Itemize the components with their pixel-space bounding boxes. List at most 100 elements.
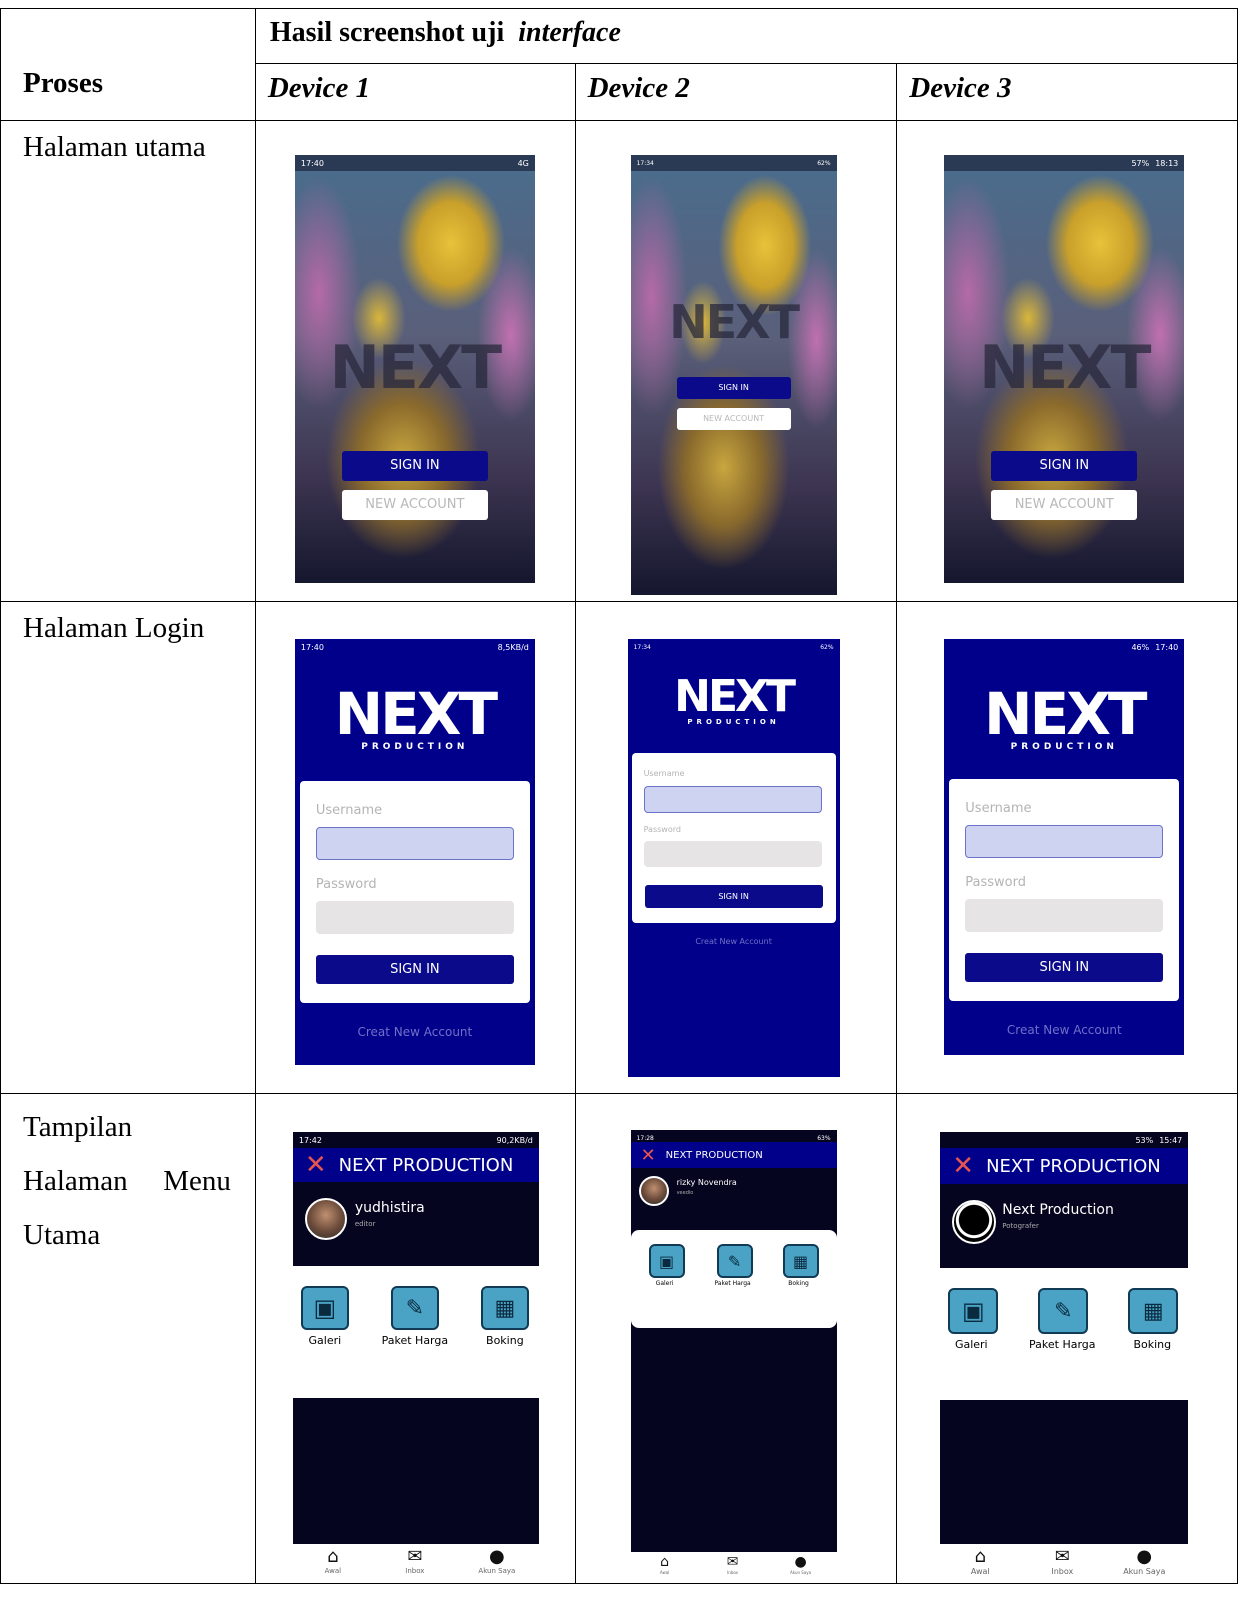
menu-item-paket-harga[interactable]: Paket Harga [714,1280,750,1287]
splash-screen-device-3: 57% 18:13 NEXT SIGN IN NEW ACCOUNT [944,155,1185,583]
menu-cell-3: 53% 15:47 ✕ NEXT PRODUCTION Next Producti… [896,1093,1238,1584]
password-label: Password [315,877,377,892]
nav-akun-saya[interactable]: ● Akun Saya [790,1554,811,1575]
row-label-menu-line-1: Tampilan [23,1111,133,1143]
logo-watermark: NEXT [669,295,800,349]
sign-in-button[interactable]: SIGN IN [676,377,791,399]
splash-cell-2: 17:34 62% NEXT SIGN IN NEW ACCOUNT [574,120,898,602]
menu-item-paket-harga[interactable]: Paket Harga [382,1334,449,1347]
status-time: 17:34 [633,643,651,651]
splash-cell-3: 57% 18:13 NEXT SIGN IN NEW ACCOUNT [896,120,1238,602]
row-label-menu-line-2: Halaman Menu [23,1165,231,1197]
nav-inbox-label: Inbox [1051,1567,1074,1576]
row-label-cell: Halaman utama [0,120,256,602]
nav-awal-label: Awal [659,1570,670,1575]
brand-subtitle: PRODUCTION [687,718,780,726]
gallery-icon[interactable]: ▣ [300,1286,349,1330]
login-screen-device-2: 17:34 62% NEXT PRODUCTION Username Passwo… [627,639,840,1077]
username-label: Username [965,801,1032,816]
create-account-link[interactable]: Creat New Account [944,1023,1184,1037]
price-tag-icon[interactable]: ✎ [1038,1288,1089,1334]
home-icon: ⌂ [974,1546,986,1567]
menu-item-paket-harga[interactable]: Paket Harga [1029,1338,1096,1351]
user-icon: ● [488,1546,505,1567]
nav-akun-saya[interactable]: ● Akun Saya [1123,1546,1165,1576]
menu-cell-1: 17:42 90,2KB/d ✕ NEXT PRODUCTION yudhisti… [254,1093,576,1584]
app-header: ✕ NEXT PRODUCTION [940,1148,1189,1184]
price-tag-icon[interactable]: ✎ [716,1244,753,1278]
password-field[interactable] [315,901,514,934]
nav-awal-label: Awal [970,1567,990,1576]
status-time: 18:13 [1155,158,1179,168]
app-logo-icon: ✕ [304,1150,327,1180]
login-card: Username Password SIGN IN [631,753,836,923]
new-account-button[interactable]: NEW ACCOUNT [991,490,1138,520]
app-title: NEXT PRODUCTION [338,1154,514,1176]
avatar[interactable] [952,1200,997,1244]
status-battery: 62% [820,643,834,651]
menu-cell-2: 17:28 63% ✕ NEXT PRODUCTION rizky Novendr… [574,1093,898,1584]
splash-screen-device-2: 17:34 62% NEXT SIGN IN NEW ACCOUNT [630,155,837,595]
menu-item-galeri[interactable]: Galeri [309,1334,342,1347]
create-account-link[interactable]: Creat New Account [295,1025,535,1039]
gallery-icon[interactable]: ▣ [948,1288,999,1334]
status-battery: 62% [817,159,831,167]
username-field[interactable] [315,827,514,860]
menu-item-galeri[interactable]: Galeri [955,1338,988,1351]
brand-logo: NEXT PRODUCTION [944,685,1184,752]
inbox-icon: ✉ [407,1546,423,1567]
username-field[interactable] [965,825,1164,858]
menu-item-boking[interactable]: Boking [788,1280,809,1287]
status-bar: 17:34 62% [630,155,837,171]
price-tag-icon[interactable]: ✎ [390,1286,439,1330]
profile-panel: rizky Novendra veedio [630,1168,837,1230]
user-icon: ● [794,1554,807,1570]
avatar[interactable] [304,1198,347,1240]
new-account-button[interactable]: NEW ACCOUNT [341,490,488,520]
nav-awal[interactable]: ⌂ Awal [660,1554,669,1575]
profile-name: rizky Novendra [676,1178,737,1187]
nav-awal[interactable]: ⌂ Awal [325,1546,341,1575]
results-table: Proses Hasil screenshot uji interface De… [0,8,1238,1584]
password-field[interactable] [643,841,822,867]
calendar-icon[interactable]: ▦ [480,1286,529,1330]
nav-akun-saya-label: Akun Saya [790,1570,812,1575]
status-bar: 46% 17:40 [944,639,1184,655]
nav-akun-saya-label: Akun Saya [1123,1567,1166,1576]
sign-in-button[interactable]: SIGN IN [315,955,514,984]
status-battery: 63% [817,1134,831,1142]
inbox-icon: ✉ [1054,1546,1070,1567]
password-field[interactable] [965,899,1164,932]
nav-inbox[interactable]: ✉ Inbox [727,1554,739,1575]
nav-awal-label: Awal [324,1567,342,1575]
nav-akun-saya[interactable]: ● Akun Saya [478,1546,515,1575]
sign-in-button[interactable]: SIGN IN [341,451,488,481]
nav-inbox-label: Inbox [405,1567,425,1575]
username-field[interactable] [643,786,822,813]
calendar-icon[interactable]: ▦ [782,1244,819,1278]
sign-in-button[interactable]: SIGN IN [991,451,1138,481]
calendar-icon[interactable]: ▦ [1128,1288,1179,1334]
nav-inbox[interactable]: ✉ Inbox [405,1546,424,1575]
nav-akun-saya-label: Akun Saya [478,1567,516,1575]
sign-in-button[interactable]: SIGN IN [965,953,1164,982]
create-account-link[interactable]: Creat New Account [628,937,840,946]
username-label: Username [643,769,685,778]
menu-item-boking[interactable]: Boking [486,1334,524,1347]
row-label-halaman-login: Halaman Login [23,612,205,644]
nav-inbox[interactable]: ✉ Inbox [1051,1546,1073,1576]
new-account-button[interactable]: NEW ACCOUNT [676,408,791,430]
menu-grid: ▣ Galeri ✎ Paket Harga ▦ Boking [630,1230,837,1328]
profile-panel: yudhistira editor [292,1182,539,1266]
menu-item-galeri[interactable]: Galeri [656,1280,674,1287]
menu-item-boking[interactable]: Boking [1133,1338,1171,1351]
nav-awal[interactable]: ⌂ Awal [971,1546,990,1576]
row-label-cell: Halaman Login [0,601,256,1094]
gallery-icon[interactable]: ▣ [648,1244,685,1278]
device-3-label: Device 3 [909,72,1012,104]
status-time: 17:42 [298,1135,322,1145]
sign-in-button[interactable]: SIGN IN [644,885,823,908]
profile-name: Next Production [1002,1202,1114,1218]
avatar[interactable] [638,1176,669,1206]
status-speed: 8,5KB/d [497,642,529,652]
